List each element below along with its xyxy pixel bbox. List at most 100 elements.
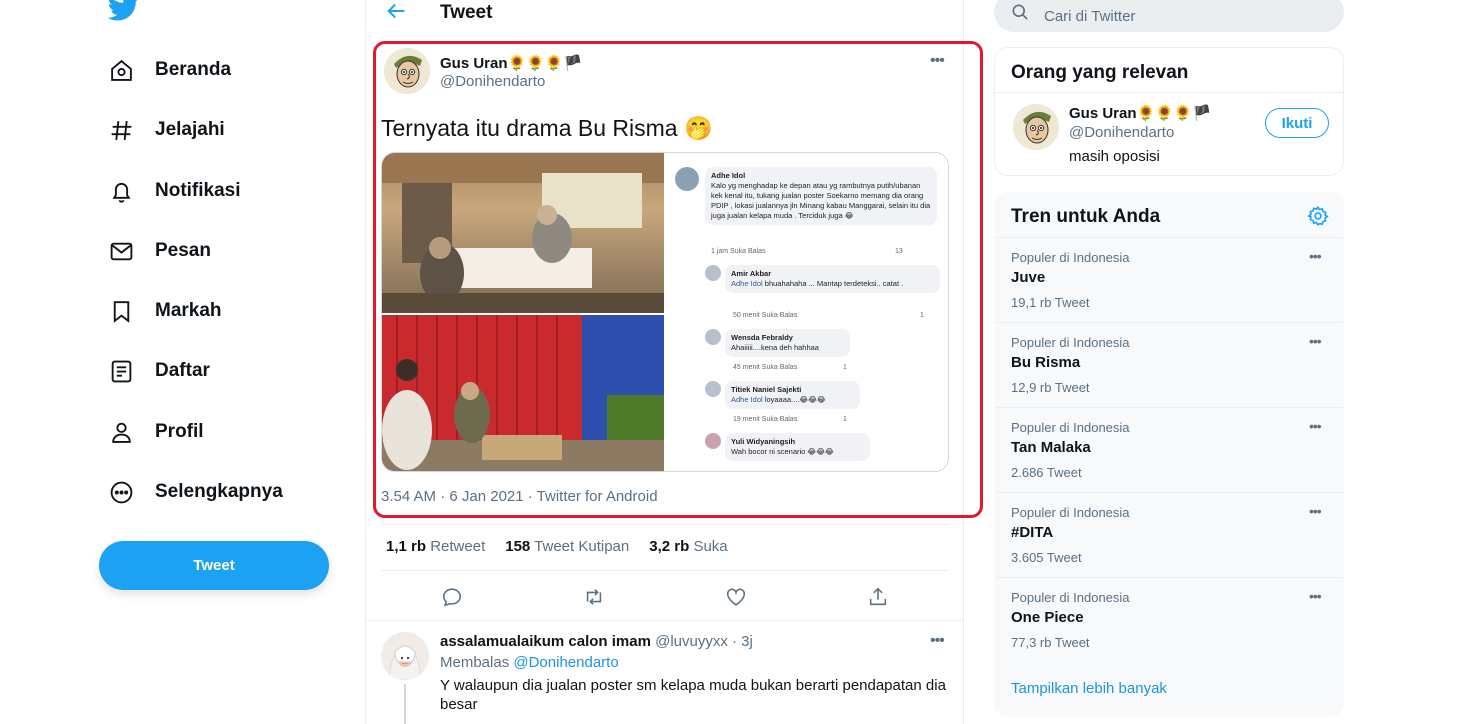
quote-stat[interactable]: 158 Tweet Kutipan: [505, 538, 629, 555]
left-navigation: Beranda Jelajahi Notifikasi Pesan Markah…: [88, 0, 348, 724]
comment-avatar: [705, 329, 721, 345]
comment-text: bhuahahaha ... Mantap terdeteksi.. catat…: [762, 279, 904, 288]
back-arrow-icon[interactable]: [386, 0, 408, 22]
like-stat[interactable]: 3,2 rb Suka: [649, 538, 727, 555]
comment-reaction-count: 1: [843, 416, 847, 423]
retweet-icon[interactable]: [579, 582, 609, 612]
comment-reaction-count: 13: [895, 248, 903, 255]
home-icon: [108, 57, 134, 83]
trend-name: Juve: [1011, 269, 1046, 286]
divider: [381, 570, 949, 571]
comment-bubble: Amir Akbar Adhe Idol bhuahahaha ... Mant…: [725, 265, 940, 293]
share-icon[interactable]: [863, 582, 893, 612]
nav-item-profil[interactable]: Profil: [108, 410, 204, 454]
comment-text: Ahaiiiii....kena deh hahhaa: [731, 343, 819, 352]
twitter-logo-icon[interactable]: [107, 0, 140, 24]
comment-avatar: [705, 433, 721, 449]
avatar[interactable]: [381, 632, 429, 680]
trend-item[interactable]: Populer di Indonesia #DITA 3.605 Tweet •…: [995, 492, 1343, 577]
author-name[interactable]: Gus Uran🌻🌻🌻🏴: [440, 54, 582, 72]
nav-label: Beranda: [155, 59, 232, 80]
comment-bubble: Yuli Widyaningsih Wah bocor ni scenario …: [725, 433, 870, 461]
nav-item-markah[interactable]: Markah: [108, 289, 222, 333]
more-options-icon[interactable]: •••: [1309, 588, 1322, 604]
trend-name: #DITA: [1011, 524, 1054, 541]
nav-item-jelajahi[interactable]: Jelajahi: [108, 108, 225, 152]
trend-item[interactable]: Populer di Indonesia Tan Malaka 2.686 Tw…: [995, 407, 1343, 492]
mail-icon: [108, 238, 134, 264]
search-bar[interactable]: [994, 0, 1344, 32]
relevant-bio: masih oposisi: [1069, 148, 1160, 165]
bell-icon: [108, 178, 134, 204]
nav-label: Pesan: [155, 240, 211, 261]
card-title: Tren untuk Anda: [1011, 206, 1161, 227]
trend-name: Bu Risma: [1011, 354, 1081, 371]
nav-item-pesan[interactable]: Pesan: [108, 229, 211, 273]
retweet-label: Retweet: [430, 538, 486, 555]
nav-item-notifikasi[interactable]: Notifikasi: [108, 169, 241, 213]
divider: [366, 620, 963, 621]
media-screenshot-comments: Adhe Idol Kalo yg menghadap ke depan ata…: [665, 153, 948, 471]
search-icon: [1010, 2, 1030, 22]
quote-label: Tweet Kutipan: [534, 538, 630, 555]
tweet-media[interactable]: Adhe Idol Kalo yg menghadap ke depan ata…: [381, 152, 949, 472]
more-options-icon[interactable]: •••: [930, 632, 945, 650]
media-photo-top: [382, 153, 664, 313]
quote-count: 158: [505, 538, 531, 555]
trend-name: Tan Malaka: [1011, 439, 1091, 456]
avatar[interactable]: [1013, 104, 1059, 150]
relevant-name[interactable]: Gus Uran🌻🌻🌻🏴: [1069, 104, 1211, 122]
trend-count: 77,3 rb Tweet: [1011, 635, 1090, 650]
author-handle[interactable]: @Donihendarto: [440, 73, 545, 90]
list-icon: [108, 358, 134, 384]
comment-text: loyaaaa....😂😂😂: [762, 395, 826, 404]
nav-item-daftar[interactable]: Daftar: [108, 349, 210, 393]
trend-item[interactable]: Populer di Indonesia Juve 19,1 rb Tweet …: [995, 237, 1343, 322]
more-options-icon[interactable]: •••: [930, 52, 945, 70]
nav-label: Profil: [155, 421, 204, 442]
comment-bubble: Titiek Naniel Sajekti Adhe Idol loyaaaa.…: [725, 381, 860, 409]
reply-author-handle[interactable]: @luvuyyxx · 3j: [655, 633, 753, 650]
card-title: Orang yang relevan: [1011, 62, 1189, 83]
trend-count: 3.605 Tweet: [1011, 550, 1082, 565]
trend-item[interactable]: Populer di Indonesia Bu Risma 12,9 rb Tw…: [995, 322, 1343, 407]
like-icon[interactable]: [721, 582, 751, 612]
nav-item-beranda[interactable]: Beranda: [108, 48, 231, 92]
comment-bubble: Adhe Idol Kalo yg menghadap ke depan ata…: [705, 167, 937, 225]
trend-context: Populer di Indonesia: [1011, 335, 1130, 350]
gear-icon[interactable]: [1307, 205, 1329, 227]
comment-text: Wah bocor ni scenario 😂😂😂: [731, 447, 834, 456]
comment-author: Titiek Naniel Sajekti: [731, 385, 802, 394]
like-count: 3,2 rb: [649, 538, 690, 555]
nav-item-selengkapnya[interactable]: Selengkapnya: [108, 470, 283, 514]
comment-author: Amir Akbar: [731, 269, 772, 278]
page-title: Tweet: [440, 2, 493, 23]
media-photo-bottom: [382, 315, 664, 471]
more-options-icon[interactable]: •••: [1309, 333, 1322, 349]
trend-count: 2.686 Tweet: [1011, 465, 1082, 480]
replying-mention[interactable]: @Donihendarto: [513, 654, 618, 671]
retweet-stat[interactable]: 1,1 rb Retweet: [386, 538, 485, 555]
avatar[interactable]: [384, 48, 430, 94]
search-input[interactable]: [1044, 0, 1324, 32]
more-options-icon[interactable]: •••: [1309, 418, 1322, 434]
person-icon: [108, 419, 134, 445]
relevant-handle[interactable]: @Donihendarto: [1069, 124, 1174, 141]
more-options-icon[interactable]: •••: [1309, 503, 1322, 519]
tweet-text: Ternyata itu drama Bu Risma 🤭: [381, 115, 713, 141]
comment-bubble: Wensda Febraldy Ahaiiiii....kena deh hah…: [725, 329, 850, 357]
more-options-icon[interactable]: •••: [1309, 248, 1322, 264]
tweet-actions: [381, 582, 949, 612]
show-more-link[interactable]: Tampilkan lebih banyak: [1011, 680, 1167, 697]
reply-icon[interactable]: [437, 582, 467, 612]
thread-line: [404, 684, 406, 724]
reply-author-name[interactable]: assalamualaikum calon imam: [440, 633, 651, 650]
comment-author: Yuli Widyaningsih: [731, 437, 796, 446]
comment-mention: Adhe Idol: [731, 279, 763, 288]
comment-meta: 45 menit Suka Balas: [733, 364, 798, 371]
tweet-timestamp[interactable]: 3.54 AM · 6 Jan 2021 · Twitter for Andro…: [381, 488, 658, 505]
tweet-button[interactable]: Tweet: [99, 541, 329, 590]
reply-text: Y walaupun dia jualan poster sm kelapa m…: [440, 677, 946, 713]
trend-item[interactable]: Populer di Indonesia One Piece 77,3 rb T…: [995, 577, 1343, 662]
follow-button[interactable]: Ikuti: [1265, 108, 1329, 138]
